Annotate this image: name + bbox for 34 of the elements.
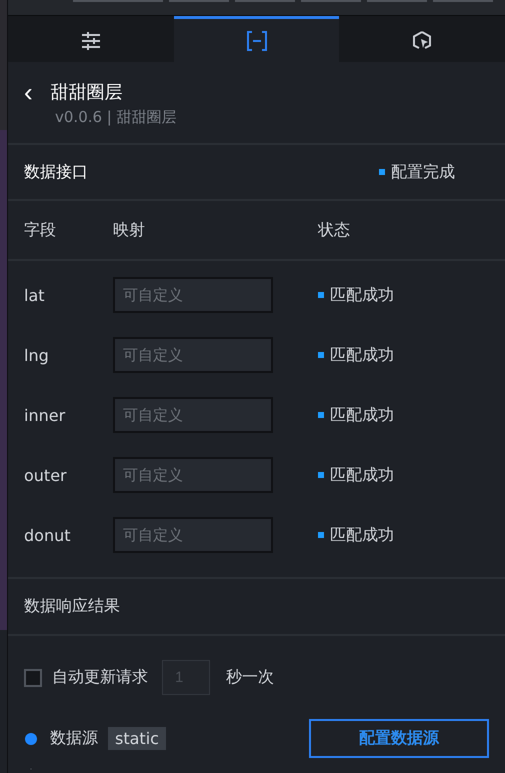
field-name: lng [24,346,50,364]
mapping-input[interactable]: 可自定义 [113,277,273,313]
data-source-label: 数据源 [50,728,98,749]
mapping-input[interactable]: 可自定义 [113,517,273,553]
status-text: 匹配成功 [330,284,394,306]
field-name: inner [24,406,66,424]
section-title: 数据响应结果 [24,596,120,617]
status-text: 配置完成 [391,162,455,182]
status-text: 匹配成功 [330,404,394,426]
timeline-node [25,732,37,744]
status-text: 匹配成功 [330,524,394,546]
mapping-input[interactable]: 可自定义 [113,397,273,433]
configure-source-button[interactable]: 配置数据源 [309,719,489,758]
field-name: lat [24,286,46,304]
status-text: 匹配成功 [330,464,394,486]
unit-label: 秒一次 [226,667,274,688]
cursor-hexagon-icon [412,30,432,50]
field-name: outer [24,466,68,484]
layer-title: 甜甜圈层 [50,81,123,104]
column-header: 字段 [24,220,57,240]
sliders-icon [80,32,101,50]
mapping-input[interactable]: 可自定义 [113,337,273,373]
mapping-input[interactable]: 可自定义 [113,457,273,493]
checkbox-label: 自动更新请求 [52,667,148,688]
checkbox[interactable] [24,668,42,686]
status-text: 匹配成功 [330,344,394,366]
section-title: 数据接口 [24,162,88,182]
source-tag: static [108,727,166,750]
column-header: 映射 [113,220,146,240]
version-label: v0.0.6 | 甜甜圈层 [55,108,178,127]
column-header: 状态 [318,220,350,240]
back-button[interactable]: ‹ [24,80,33,104]
brackets-icon [246,30,268,50]
field-name: donut [24,526,72,544]
